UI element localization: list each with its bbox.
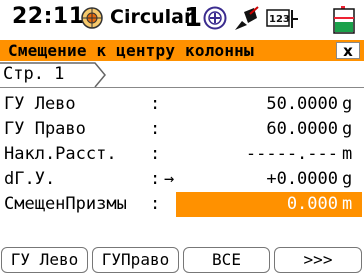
- field-label: СмещенПризмы: [4, 194, 127, 214]
- field-colon: :: [150, 144, 161, 164]
- field-row-hz-right: ГУ Право : 60.0000 g: [0, 117, 364, 142]
- page-title: Смещение к центру колонны: [8, 41, 254, 60]
- face-indicator: 1: [184, 3, 203, 33]
- status-bar: 22:11 Circular 1 123: [0, 0, 364, 40]
- field-colon: :: [150, 94, 161, 114]
- page-tab[interactable]: Стр. 1: [0, 62, 110, 88]
- softkey-more[interactable]: >>>: [274, 247, 362, 273]
- page-tab-label: Стр. 1: [3, 64, 65, 84]
- field-label: ГУ Право: [4, 119, 86, 139]
- field-label: dГ.У.: [4, 169, 56, 189]
- field-unit: g: [342, 94, 353, 114]
- field-unit: g: [342, 169, 353, 189]
- field-colon: :: [150, 194, 161, 214]
- field-unit: m: [342, 194, 353, 214]
- softkey-all[interactable]: ВСЕ: [183, 247, 270, 273]
- field-unit: m: [342, 144, 353, 164]
- field-colon: :: [150, 169, 161, 189]
- softkey-bar: ГУ Лево ГУПраво ВСЕ >>>: [0, 244, 364, 275]
- field-unit: g: [342, 119, 353, 139]
- softkey-hz-left[interactable]: ГУ Лево: [1, 247, 88, 273]
- field-colon: :: [150, 119, 161, 139]
- title-bar: Смещение к центру колонны x: [0, 40, 364, 61]
- svg-text:123: 123: [269, 14, 290, 25]
- softkey-hz-right[interactable]: ГУПраво: [92, 247, 179, 273]
- field-label: ГУ Лево: [4, 94, 76, 114]
- field-row-slope-distance: Накл.Расст. : -----.--- m: [0, 142, 364, 167]
- clock: 22:11: [12, 4, 85, 29]
- target-icon: [81, 7, 103, 29]
- field-row-delta-hz: dГ.У. : → +0.0000 g: [0, 167, 364, 192]
- circle-target-icon: [203, 6, 227, 30]
- field-row-hz-left: ГУ Лево : 50.0000 g: [0, 92, 364, 117]
- laser-icon: [235, 6, 259, 30]
- battery-icon: [333, 6, 355, 34]
- field-label: Накл.Расст.: [4, 144, 117, 164]
- arrow-right-icon: →: [164, 169, 175, 189]
- close-button[interactable]: x: [336, 42, 360, 59]
- field-value: -----.---: [245, 144, 338, 164]
- field-value[interactable]: 60.0000: [266, 117, 338, 142]
- field-row-prism-offset: СмещенПризмы : 0.000 m: [0, 192, 364, 217]
- measure-mode: Circular: [110, 6, 194, 28]
- field-value: +0.0000: [266, 169, 338, 189]
- keypad-icon: 123: [266, 9, 298, 28]
- tab-divider: [0, 87, 364, 88]
- field-value[interactable]: 0.000: [287, 192, 338, 217]
- field-value[interactable]: 50.0000: [266, 92, 338, 117]
